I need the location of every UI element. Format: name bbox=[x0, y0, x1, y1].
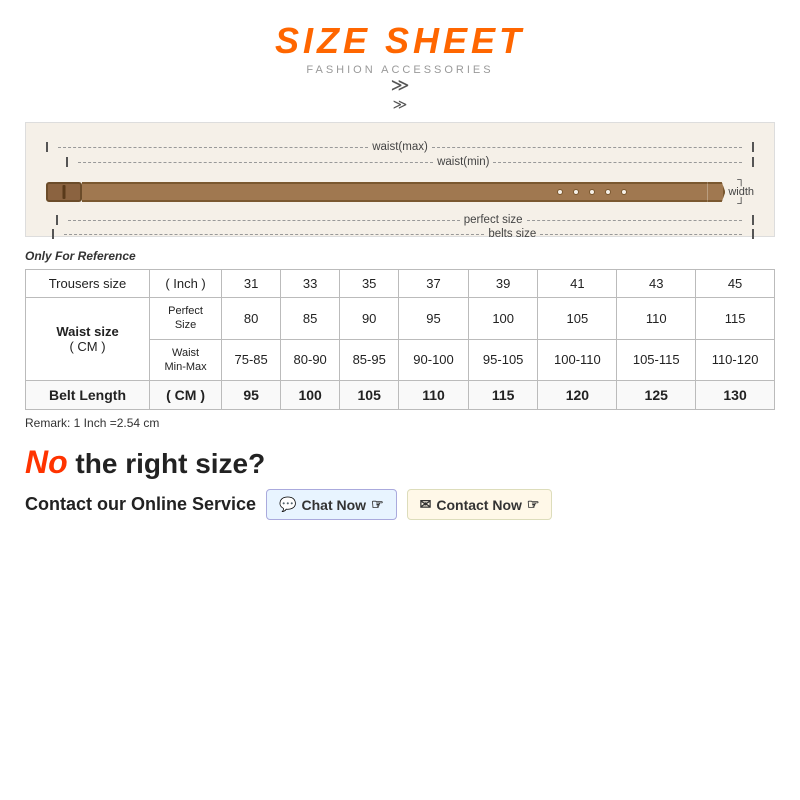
chat-now-button[interactable]: 💬 Chat Now ☞ bbox=[266, 489, 397, 520]
no-size-section: No the right size? Contact our Online Se… bbox=[25, 444, 775, 520]
minmax-41: 100-110 bbox=[538, 339, 617, 381]
question-text: the right size? bbox=[68, 448, 266, 479]
mail-icon: ✉ bbox=[420, 496, 432, 513]
waist-min-label: waist(min) bbox=[437, 156, 489, 168]
perfect-41: 105 bbox=[538, 298, 617, 340]
dotted-line-max-right bbox=[432, 147, 742, 148]
tick-left-min bbox=[66, 157, 74, 167]
waist-minmax-sublabel: WaistMin-Max bbox=[150, 339, 222, 381]
tick-left-max bbox=[46, 142, 54, 152]
inch-header: ( Inch ) bbox=[150, 270, 222, 298]
waist-size-label: Waist size( CM ) bbox=[26, 298, 150, 381]
belt-graphic: ┐ width ┘ bbox=[46, 174, 754, 210]
hand-icon-chat: ☞ bbox=[371, 496, 384, 513]
belt-hole bbox=[621, 189, 627, 195]
no-text: No bbox=[25, 444, 68, 480]
belt-115: 115 bbox=[468, 381, 538, 410]
belt-hole bbox=[605, 189, 611, 195]
contact-section: Contact our Online Service 💬 Chat Now ☞ … bbox=[25, 489, 775, 520]
chat-btn-label: Chat Now bbox=[302, 497, 367, 513]
belt-100: 100 bbox=[281, 381, 340, 410]
size-45-header: 45 bbox=[696, 270, 775, 298]
dotted-line-max-left bbox=[58, 147, 368, 148]
belt-diagram: waist(max) waist(min) bbox=[25, 122, 775, 237]
tick-left-belts bbox=[52, 229, 60, 239]
chevron-icon: ≫ bbox=[391, 75, 410, 95]
chevron-icon-2: ≫ bbox=[393, 96, 408, 112]
tick-right-perfect bbox=[746, 215, 754, 225]
perfect-43: 110 bbox=[617, 298, 696, 340]
belt-buckle bbox=[46, 182, 82, 202]
dotted-line-belts-right bbox=[540, 234, 742, 235]
belt-125: 125 bbox=[617, 381, 696, 410]
belt-hole bbox=[573, 189, 579, 195]
tick-right-max bbox=[746, 142, 754, 152]
hand-icon-contact: ☞ bbox=[527, 496, 540, 513]
belt-120: 120 bbox=[538, 381, 617, 410]
belt-length-unit: ( CM ) bbox=[150, 381, 222, 410]
belt-hole bbox=[557, 189, 563, 195]
belts-size-label: belts size bbox=[488, 228, 536, 240]
belt-length-label: Belt Length bbox=[26, 381, 150, 410]
perfect-37: 95 bbox=[399, 298, 469, 340]
chat-icon: 💬 bbox=[279, 496, 296, 513]
belt-body bbox=[82, 182, 707, 202]
perfect-size-row: Waist size( CM ) PerfectSize 80 85 90 95… bbox=[26, 298, 775, 340]
perfect-45: 115 bbox=[696, 298, 775, 340]
minmax-33: 80-90 bbox=[281, 339, 340, 381]
minmax-37: 90-100 bbox=[399, 339, 469, 381]
size-31-header: 31 bbox=[222, 270, 281, 298]
belt-95: 95 bbox=[222, 381, 281, 410]
perfect-33: 85 bbox=[281, 298, 340, 340]
waist-max-label: waist(max) bbox=[372, 141, 428, 153]
contact-now-button[interactable]: ✉ Contact Now ☞ bbox=[407, 489, 553, 520]
tick-right-min bbox=[746, 157, 754, 167]
belt-holes bbox=[557, 189, 627, 195]
size-table: Trousers size ( Inch ) 31 33 35 37 39 41… bbox=[25, 269, 775, 410]
table-header-row: Trousers size ( Inch ) 31 33 35 37 39 41… bbox=[26, 270, 775, 298]
size-35-header: 35 bbox=[340, 270, 399, 298]
tick-right-belts bbox=[746, 229, 754, 239]
minmax-35: 85-95 bbox=[340, 339, 399, 381]
dotted-line-min-left bbox=[78, 162, 433, 163]
tick-left-perfect bbox=[56, 215, 64, 225]
minmax-39: 95-105 bbox=[468, 339, 538, 381]
belt-hole bbox=[589, 189, 595, 195]
perfect-31: 80 bbox=[222, 298, 281, 340]
belt-110: 110 bbox=[399, 381, 469, 410]
remark: Remark: 1 Inch =2.54 cm bbox=[25, 416, 775, 430]
minmax-45: 110-120 bbox=[696, 339, 775, 381]
contact-btn-label: Contact Now bbox=[436, 497, 522, 513]
belt-length-row: Belt Length ( CM ) 95 100 105 110 115 12… bbox=[26, 381, 775, 410]
perfect-size-label: perfect size bbox=[464, 214, 523, 226]
page-title: SIZE SHEET bbox=[25, 20, 775, 62]
no-size-title: No the right size? bbox=[25, 444, 775, 481]
contact-label: Contact our Online Service bbox=[25, 494, 256, 515]
dotted-line-belts-left bbox=[64, 234, 484, 235]
size-37-header: 37 bbox=[399, 270, 469, 298]
header-section: SIZE SHEET FASHION ACCESSORIES ≫ ≫ bbox=[25, 20, 775, 112]
reference-note: Only For Reference bbox=[25, 249, 775, 263]
size-33-header: 33 bbox=[281, 270, 340, 298]
size-43-header: 43 bbox=[617, 270, 696, 298]
belt-end bbox=[707, 182, 725, 202]
width-indicator: ┐ width ┘ bbox=[728, 174, 754, 210]
minmax-43: 105-115 bbox=[617, 339, 696, 381]
belt-130: 130 bbox=[696, 381, 775, 410]
dotted-line-perfect-right bbox=[527, 220, 742, 221]
perfect-39: 100 bbox=[468, 298, 538, 340]
width-label: width bbox=[728, 186, 754, 198]
belt-105: 105 bbox=[340, 381, 399, 410]
dotted-line-perfect-left bbox=[68, 220, 460, 221]
dotted-line-min-right bbox=[493, 162, 742, 163]
minmax-31: 75-85 bbox=[222, 339, 281, 381]
size-41-header: 41 bbox=[538, 270, 617, 298]
trousers-size-header: Trousers size bbox=[26, 270, 150, 298]
perfect-35: 90 bbox=[340, 298, 399, 340]
perfect-size-sublabel: PerfectSize bbox=[150, 298, 222, 340]
size-39-header: 39 bbox=[468, 270, 538, 298]
